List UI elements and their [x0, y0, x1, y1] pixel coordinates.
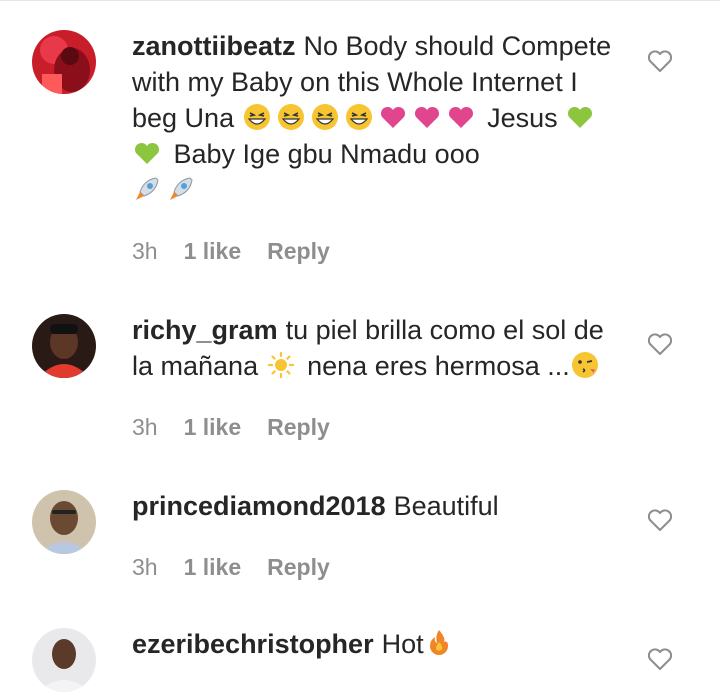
like-count[interactable]: 1 like: [184, 554, 242, 581]
comment-time: 3h: [132, 414, 158, 440]
comment-username[interactable]: princediamond2018: [132, 491, 386, 521]
avatar[interactable]: [32, 628, 96, 692]
reply-button[interactable]: Reply: [267, 554, 330, 581]
pink-heart-emoji: [446, 103, 480, 133]
like-count[interactable]: 1 like: [184, 414, 242, 441]
comment-body: Baby Ige gbu Nmadu ooo: [173, 139, 480, 169]
sun-emoji: [266, 351, 300, 381]
green-heart-emoji: [132, 139, 166, 169]
comment-meta: 3h 1 like Reply: [132, 238, 330, 265]
fire-emoji: [424, 629, 458, 659]
comment-meta: 3h 1 like Reply: [132, 414, 330, 441]
comment-body: Jesus: [487, 103, 558, 133]
comment-body: Hot: [381, 629, 424, 659]
avatar[interactable]: [32, 490, 96, 554]
reply-button[interactable]: Reply: [267, 238, 330, 265]
like-heart-icon[interactable]: [646, 646, 674, 672]
like-count[interactable]: 1 like: [184, 238, 242, 265]
like-heart-icon[interactable]: [646, 48, 674, 74]
comment-username[interactable]: richy_gram: [132, 315, 278, 345]
grinning-squint-emoji: [344, 103, 378, 133]
comment-text: princediamond2018 Beautiful: [132, 488, 622, 524]
comment-text: ezeribechristopher Hot: [132, 626, 622, 662]
like-heart-icon[interactable]: [646, 507, 674, 533]
comment-meta: 3h 1 like Reply: [132, 554, 330, 581]
like-heart-icon[interactable]: [646, 331, 674, 357]
comment-time: 3h: [132, 554, 158, 580]
avatar[interactable]: [32, 30, 96, 94]
pink-heart-emoji: [378, 103, 412, 133]
reply-button[interactable]: Reply: [267, 414, 330, 441]
kissing-wink-emoji: [570, 351, 604, 381]
grinning-squint-emoji: [310, 103, 344, 133]
grinning-squint-emoji: [242, 103, 276, 133]
pink-heart-emoji: [412, 103, 446, 133]
comment-username[interactable]: ezeribechristopher: [132, 629, 374, 659]
grinning-squint-emoji: [276, 103, 310, 133]
comment-username[interactable]: zanottiibeatz: [132, 31, 296, 61]
comment-body: Beautiful: [393, 491, 499, 521]
comment-text: richy_gram tu piel brilla como el sol de …: [132, 312, 622, 384]
green-heart-emoji: [565, 103, 599, 133]
comment-text: zanottiibeatz No Body should Compete with…: [132, 28, 622, 208]
comment-body: nena eres hermosa ...: [307, 351, 570, 381]
avatar[interactable]: [32, 314, 96, 378]
rocket-emoji: [132, 175, 166, 205]
top-divider: [0, 0, 720, 1]
comment-time: 3h: [132, 238, 158, 264]
rocket-emoji: [166, 175, 200, 205]
